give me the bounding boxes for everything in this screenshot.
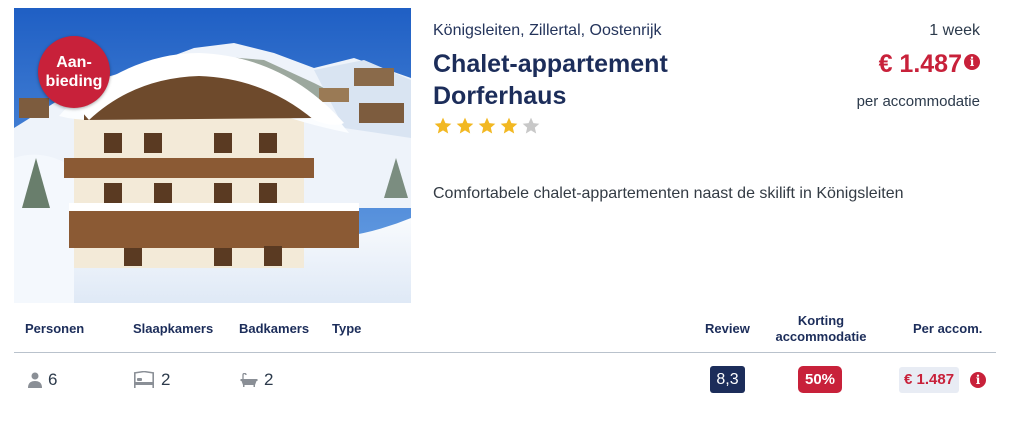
bathrooms-cell: 2 (240, 368, 273, 392)
header-review: Review (705, 321, 750, 336)
price-text: € 1.487 (878, 50, 962, 78)
accommodation-title[interactable]: Chalet-appartement Dorferhaus (433, 48, 733, 112)
bathtub-icon (240, 373, 258, 387)
price-note: per accommodatie (856, 93, 980, 110)
star-icon (500, 117, 518, 134)
header-per-accom: Per accom. (913, 321, 983, 336)
row-price[interactable]: € 1.487 (899, 367, 960, 393)
star-rating (433, 116, 541, 136)
bedrooms-cell: 2 (133, 368, 170, 392)
location-text: Königsleiten, Zillertal, Oostenrijk (433, 22, 662, 39)
bed-icon (133, 371, 155, 388)
info-icon[interactable]: i (964, 54, 980, 70)
offer-badge: Aan- bieding (38, 36, 110, 108)
discount-badge: 50% (798, 366, 842, 393)
header-discount: Korting accommodatie (773, 313, 869, 345)
bedrooms-value: 2 (161, 370, 171, 389)
header-discount-line2: accommodatie (775, 329, 867, 344)
star-icon (522, 117, 540, 134)
header-persons: Personen (25, 321, 85, 336)
bathrooms-value: 2 (264, 370, 274, 389)
table-divider (14, 352, 996, 353)
star-icon (478, 117, 496, 134)
header-type: Type (332, 321, 362, 336)
review-score: 8,3 (710, 366, 745, 393)
persons-cell: 6 (28, 368, 57, 392)
header-discount-line1: Korting (797, 313, 845, 328)
description-text: Comfortabele chalet-appartementen naast … (433, 185, 904, 202)
badge-text-line2: bieding (45, 73, 103, 90)
duration-text: 1 week (929, 22, 980, 39)
header-bathrooms: Badkamers (239, 321, 310, 336)
person-icon (28, 372, 42, 388)
header-bedrooms: Slaapkamers (133, 321, 214, 336)
badge-text-line1: Aan- (56, 54, 92, 71)
star-icon (434, 117, 452, 134)
persons-value: 6 (48, 370, 58, 389)
info-icon[interactable]: i (970, 372, 986, 388)
star-icon (456, 117, 474, 134)
